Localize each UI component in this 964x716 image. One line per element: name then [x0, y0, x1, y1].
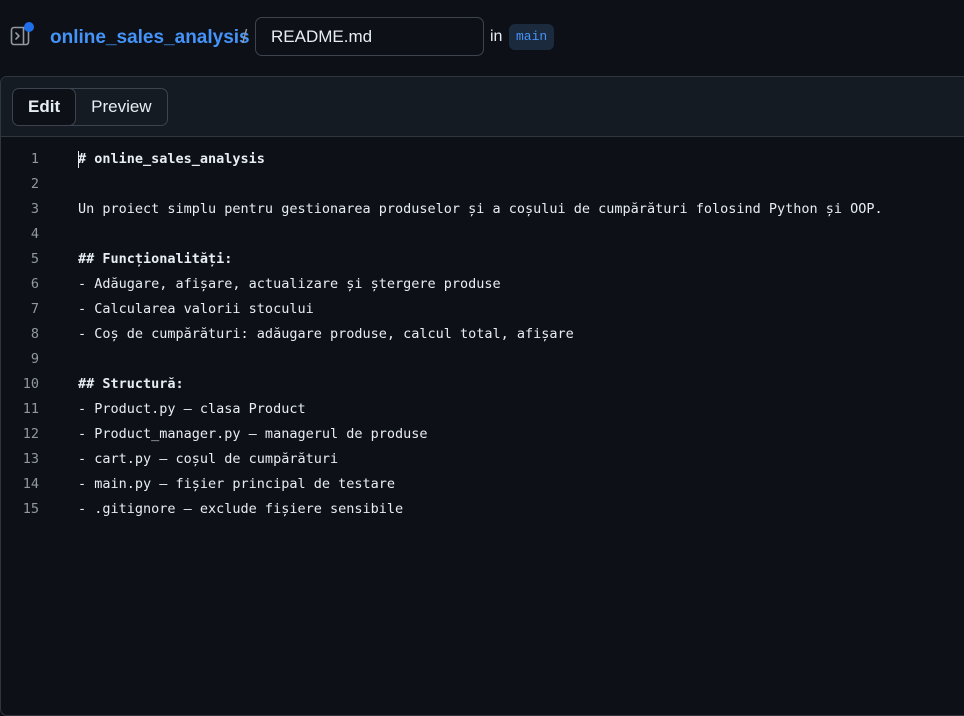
tab-edit[interactable]: Edit	[12, 89, 77, 125]
line-text: Un proiect simplu pentru gestionarea pro…	[78, 201, 883, 217]
code-line[interactable]: 12 - Product_manager.py – managerul de pr…	[1, 422, 964, 447]
notification-dot-icon	[24, 22, 34, 32]
line-number: 13	[22, 451, 39, 467]
code-line[interactable]: 1 # online_sales_analysis	[1, 147, 964, 172]
line-text: - Product_manager.py – managerul de prod…	[78, 426, 428, 442]
code-line[interactable]: 8 - Coș de cumpărături: adăugare produse,…	[1, 322, 964, 347]
line-text: # online_sales_analysis	[78, 151, 265, 167]
filename-input[interactable]	[255, 17, 484, 56]
line-text: - .gitignore – exclude fișiere sensibile	[78, 501, 404, 517]
line-number: 14	[22, 476, 39, 492]
line-text: - Product.py – clasa Product	[78, 401, 306, 417]
edit-preview-tabs: Edit Preview	[12, 88, 168, 126]
repo-name-link[interactable]: online_sales_analysis	[50, 26, 250, 50]
line-number: 15	[22, 501, 39, 517]
line-number: 3	[30, 201, 39, 217]
line-text: - Calcularea valorii stocului	[78, 301, 314, 317]
text-cursor	[78, 151, 79, 168]
code-line[interactable]: 2	[1, 172, 964, 197]
line-text: ## Funcționalități:	[78, 251, 233, 267]
tab-preview[interactable]: Preview	[76, 89, 166, 125]
line-number: 6	[30, 276, 39, 292]
sidebar-toggle-button[interactable]	[10, 22, 34, 47]
line-text: - Coș de cumpărături: adăugare produse, …	[78, 326, 574, 342]
line-number: 2	[30, 176, 39, 192]
file-edit-header: online_sales_analysis / in main	[0, 0, 964, 76]
code-line[interactable]: 7 - Calcularea valorii stocului	[1, 297, 964, 322]
branch-badge[interactable]: main	[509, 24, 555, 50]
path-separator: /	[242, 27, 248, 48]
line-text: - Adăugare, afișare, actualizare și șter…	[78, 276, 501, 292]
code-line[interactable]: 9	[1, 347, 964, 372]
line-number: 7	[30, 301, 39, 317]
line-number: 1	[30, 151, 39, 167]
editor-panel: Edit Preview 1 # online_sales_analysis 2 3 U…	[0, 76, 964, 716]
in-label: in	[490, 28, 503, 45]
line-number: 12	[22, 426, 39, 442]
line-number: 8	[30, 326, 39, 342]
code-line[interactable]: 11 - Product.py – clasa Product	[1, 397, 964, 422]
line-number: 10	[22, 376, 39, 392]
code-line[interactable]: 6 - Adăugare, afișare, actualizare și ște…	[1, 272, 964, 297]
line-number: 4	[30, 226, 39, 242]
code-line[interactable]: 4	[1, 222, 964, 247]
line-text: ## Structură:	[78, 376, 184, 392]
code-line[interactable]: 13 - cart.py – coșul de cumpărături	[1, 447, 964, 472]
code-line[interactable]: 15 - .gitignore – exclude fișiere sensibi…	[1, 497, 964, 522]
line-text: - cart.py – coșul de cumpărături	[78, 451, 339, 467]
line-number: 9	[30, 351, 39, 367]
line-number: 11	[22, 401, 39, 417]
line-text: - main.py – fișier principal de testare	[78, 476, 395, 492]
editor-toolbar: Edit Preview	[1, 77, 964, 137]
code-line[interactable]: 5 ## Funcționalități:	[1, 247, 964, 272]
line-number: 5	[30, 251, 39, 267]
code-line[interactable]: 14 - main.py – fișier principal de testar…	[1, 472, 964, 497]
code-line[interactable]: 3 Un proiect simplu pentru gestionarea pr…	[1, 197, 964, 222]
code-line[interactable]: 10 ## Structură:	[1, 372, 964, 397]
